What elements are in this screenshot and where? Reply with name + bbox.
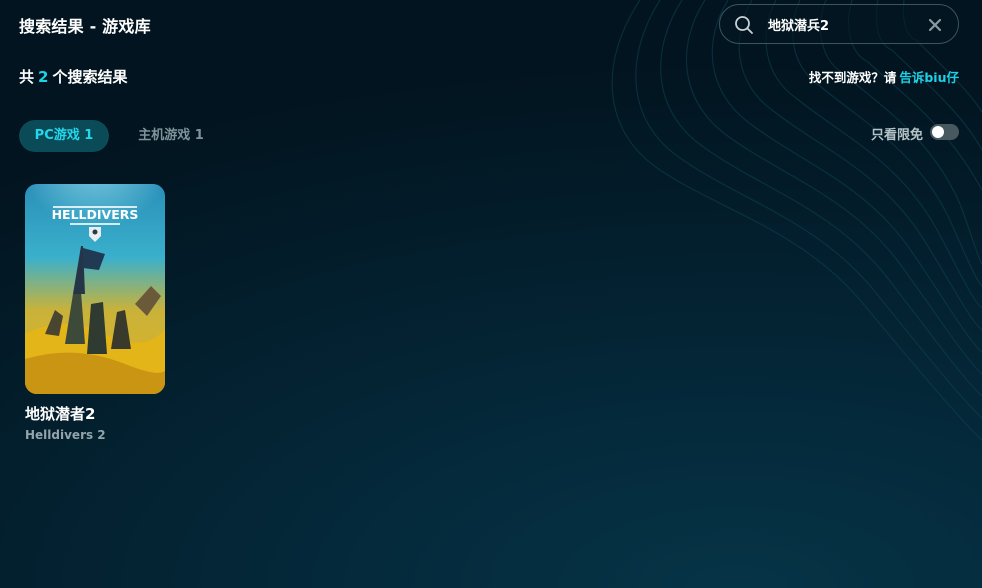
search-box[interactable] xyxy=(719,4,959,44)
result-count-suffix: 个搜索结果 xyxy=(52,68,128,86)
free-only-toggle[interactable] xyxy=(930,124,959,140)
cover-logo-text: HELLDIVERS xyxy=(52,207,139,222)
report-link[interactable]: 告诉biu仔 xyxy=(899,70,959,85)
page-title: 搜索结果 - 游戏库 xyxy=(19,17,151,36)
clear-search-icon[interactable] xyxy=(927,17,943,33)
report-text: 找不到游戏？请 xyxy=(808,70,897,85)
result-count: 共 2 个搜索结果 xyxy=(19,66,127,87)
free-only-label: 只看限免 xyxy=(871,128,924,143)
game-card[interactable]: HELLDIVERS 地狱潜者2 Helldivers 2 xyxy=(25,184,165,446)
report-missing-game: 找不到游戏？请 告诉biu仔 xyxy=(809,67,959,86)
toggle-knob xyxy=(932,126,944,138)
search-icon[interactable] xyxy=(734,15,754,35)
game-cover-image[interactable]: HELLDIVERS xyxy=(25,184,165,394)
result-count-prefix: 共 xyxy=(19,68,35,86)
tab-pc-games[interactable]: PC游戏 1 xyxy=(19,120,109,152)
game-name: 地狱潜者2 xyxy=(25,405,96,423)
game-cover-art: HELLDIVERS xyxy=(25,184,165,394)
result-count-number: 2 xyxy=(38,68,49,86)
tab-console-games[interactable]: 主机游戏 1 xyxy=(124,120,218,152)
game-english-name: Helldivers 2 xyxy=(25,428,106,442)
search-input[interactable] xyxy=(768,13,918,35)
